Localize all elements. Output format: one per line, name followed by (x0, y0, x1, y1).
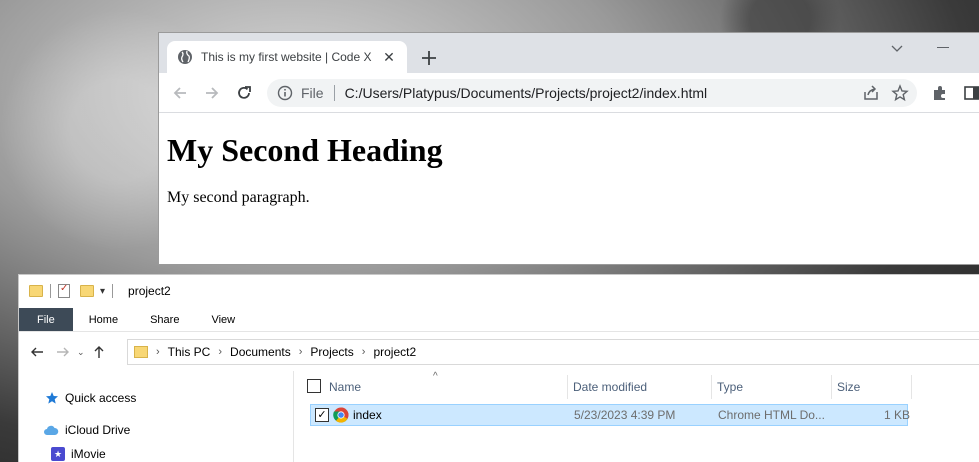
row-checkbox[interactable]: ✓ (315, 408, 329, 422)
address-bar[interactable]: File C:/Users/Platypus/Documents/Project… (267, 79, 917, 107)
nav-item-icloud-drive[interactable]: iCloud Drive (43, 423, 130, 437)
star-icon (46, 392, 58, 404)
column-header-type[interactable]: Type (717, 375, 743, 399)
new-folder-icon[interactable] (80, 285, 94, 297)
nav-item-imovie[interactable]: ★ iMovie (51, 447, 106, 461)
side-panel-icon[interactable] (963, 84, 979, 102)
sort-ascending-icon: ^ (433, 371, 438, 382)
chrome-icon (333, 407, 349, 423)
up-icon[interactable] (91, 344, 107, 360)
column-divider[interactable] (567, 375, 568, 399)
ribbon-tab-file[interactable]: File (19, 308, 73, 331)
ribbon-tab-share[interactable]: Share (134, 308, 195, 331)
page-heading: My Second Heading (167, 132, 443, 168)
tab-strip: This is my first website | Code X ✕ (159, 33, 979, 73)
back-icon[interactable] (171, 84, 189, 102)
file-name[interactable]: index (353, 408, 382, 422)
properties-icon[interactable] (58, 283, 70, 298)
breadcrumb[interactable]: › This PC › Documents › Projects › proje… (127, 339, 979, 365)
url-text[interactable]: C:/Users/Platypus/Documents/Projects/pro… (345, 85, 708, 101)
file-explorer-window: ▾ project2 File Home Share View ⌄ › This… (18, 274, 979, 462)
table-row[interactable]: ✓ index 5/23/2023 4:39 PM Chrome HTML Do… (310, 404, 911, 426)
back-icon[interactable] (29, 344, 45, 360)
column-header-size[interactable]: Size (837, 375, 860, 399)
column-header-date-modified[interactable]: Date modified (573, 375, 647, 399)
nav-item-label: iMovie (71, 447, 106, 461)
chevron-right-icon[interactable]: › (218, 346, 222, 358)
new-tab-icon[interactable] (419, 48, 439, 68)
recent-locations-chevron-icon[interactable]: ⌄ (77, 347, 85, 358)
minimize-icon[interactable] (937, 47, 949, 48)
breadcrumb-projects[interactable]: Projects (310, 345, 353, 359)
imovie-icon: ★ (51, 447, 65, 461)
chevron-right-icon[interactable]: › (299, 346, 303, 358)
column-divider[interactable] (911, 375, 912, 399)
chevron-right-icon[interactable]: › (156, 346, 160, 358)
url-scheme: File (301, 85, 324, 101)
file-list: ^ Name Date modified Type Size ✓ index 5… (305, 371, 979, 462)
nav-item-label: Quick access (65, 391, 137, 405)
folder-icon (134, 346, 148, 358)
nav-item-label: iCloud Drive (65, 423, 131, 437)
forward-icon[interactable] (55, 344, 71, 360)
info-icon[interactable] (277, 85, 293, 101)
navigation-pane: Quick access iCloud Drive ★ iMovie (19, 371, 294, 462)
tab-title: This is my first website | Code X (201, 50, 372, 64)
breadcrumb-this-pc[interactable]: This PC (168, 345, 211, 359)
browser-window: This is my first website | Code X ✕ File… (158, 32, 979, 265)
file-date-modified: 5/23/2023 4:39 PM (574, 408, 676, 422)
page-paragraph: My second paragraph. (167, 189, 310, 207)
forward-icon[interactable] (203, 84, 221, 102)
title-divider (112, 284, 114, 298)
share-icon[interactable] (862, 84, 880, 102)
folder-icon (29, 285, 43, 297)
browser-toolbar: File C:/Users/Platypus/Documents/Project… (159, 73, 979, 113)
chevron-right-icon[interactable]: › (362, 346, 366, 358)
select-all-checkbox[interactable] (307, 379, 321, 393)
ribbon-tabs: File Home Share View (19, 308, 979, 332)
column-header-name[interactable]: Name (329, 375, 361, 399)
extensions-icon[interactable] (931, 84, 949, 102)
explorer-titlebar: ▾ project2 (19, 275, 979, 307)
web-page-content: My Second Heading My second paragraph. (159, 113, 979, 264)
globe-icon (178, 50, 192, 64)
nav-item-quick-access[interactable]: Quick access (45, 391, 136, 405)
file-type: Chrome HTML Do... (718, 408, 825, 422)
column-divider[interactable] (831, 375, 832, 399)
browser-tab[interactable]: This is my first website | Code X ✕ (167, 41, 407, 73)
breadcrumb-project2[interactable]: project2 (373, 345, 416, 359)
quick-access-divider (50, 284, 51, 298)
cloud-icon (44, 425, 59, 435)
column-divider[interactable] (711, 375, 712, 399)
reload-icon[interactable] (235, 84, 253, 102)
file-size: 1 KB (884, 408, 911, 422)
customize-toolbar-dropdown-icon[interactable]: ▾ (100, 286, 105, 297)
window-title: project2 (128, 284, 171, 298)
close-tab-icon[interactable]: ✕ (381, 49, 397, 65)
chevron-down-icon[interactable] (889, 41, 905, 57)
bookmark-star-icon[interactable] (891, 84, 909, 102)
url-divider (333, 85, 335, 101)
ribbon-tab-view[interactable]: View (195, 308, 251, 331)
ribbon-tab-home[interactable]: Home (73, 308, 134, 331)
breadcrumb-documents[interactable]: Documents (230, 345, 291, 359)
explorer-address-row: ⌄ › This PC › Documents › Projects › pro… (19, 337, 979, 367)
